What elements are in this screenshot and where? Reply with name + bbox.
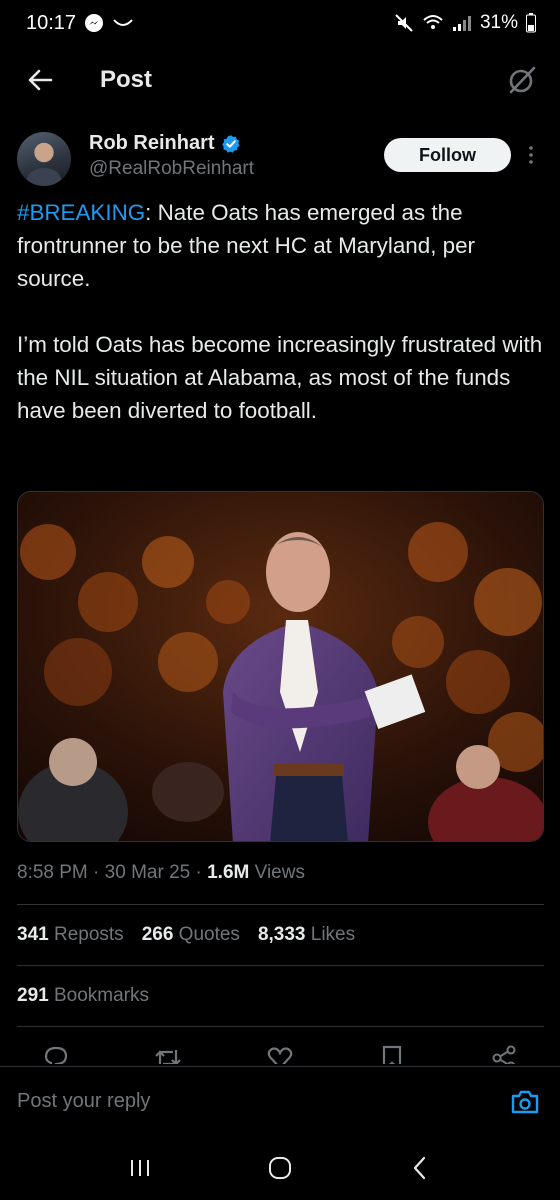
notification-dots-icon: [112, 16, 134, 30]
reply-input[interactable]: Post your reply: [17, 1090, 507, 1113]
post-date: 30 Mar 25: [104, 862, 191, 883]
grok-icon: [509, 66, 536, 94]
follow-button[interactable]: Follow: [384, 138, 511, 172]
camera-button[interactable]: [507, 1084, 543, 1120]
meta-separator: ·: [190, 862, 208, 883]
chevron-left-icon: [413, 1156, 426, 1180]
bookmarks-count: 291: [17, 985, 49, 1006]
views-label: Views: [254, 862, 305, 883]
likes-stat[interactable]: 8,333 Likes: [258, 924, 355, 946]
back-nav-button[interactable]: [395, 1143, 445, 1193]
arrow-left-icon: [28, 69, 53, 91]
reply-icon: [44, 1046, 68, 1064]
views-count: 1.6M: [207, 862, 250, 883]
meta-separator: ·: [87, 862, 105, 883]
bookmark-button[interactable]: [376, 1044, 408, 1064]
divider: [17, 904, 544, 905]
back-button[interactable]: [20, 60, 60, 100]
page-title: Post: [100, 66, 153, 93]
author-handle[interactable]: @RealRobReinhart: [89, 158, 254, 180]
clock: 10:17: [26, 11, 77, 34]
author-display-name-row[interactable]: Rob Reinhart: [89, 132, 254, 155]
system-nav-bar: [0, 1136, 560, 1200]
post-paragraph-1: #BREAKING: Nate Oats has emerged as the …: [17, 196, 547, 295]
bookmarks-stat[interactable]: 291 Bookmarks: [17, 985, 149, 1007]
recent-apps-button[interactable]: [115, 1143, 165, 1193]
mute-icon: [394, 13, 414, 33]
post-actions: [40, 1044, 520, 1064]
post-author: Rob Reinhart @RealRobReinhart Follow: [17, 128, 547, 192]
verified-badge-icon: [221, 134, 241, 154]
quotes-stat[interactable]: 266 Quotes: [142, 924, 240, 946]
reposts-stat[interactable]: 341 Reposts: [17, 924, 124, 946]
avatar[interactable]: [17, 132, 71, 186]
signal-icon: [452, 14, 472, 32]
likes-count: 8,333: [257, 924, 306, 945]
reposts-count: 341: [17, 924, 49, 945]
hashtag-link[interactable]: #BREAKING: [17, 200, 145, 225]
heart-icon: [267, 1047, 293, 1064]
quotes-label: Quotes: [178, 924, 240, 945]
divider: [17, 1026, 544, 1027]
more-vertical-icon: [529, 146, 533, 164]
battery-icon: [526, 13, 536, 33]
recent-apps-icon: [131, 1160, 149, 1176]
battery-level: 31%: [479, 12, 518, 33]
home-icon: [269, 1157, 291, 1179]
author-display-name: Rob Reinhart: [89, 132, 215, 154]
reply-bar: Post your reply: [0, 1066, 560, 1136]
share-icon: [492, 1045, 516, 1064]
post-image[interactable]: [17, 491, 544, 842]
repost-icon: [155, 1050, 181, 1064]
post-time: 8:58 PM: [17, 862, 88, 883]
bookmark-icon: [382, 1045, 402, 1064]
author-names: Rob Reinhart @RealRobReinhart: [89, 132, 254, 180]
more-options-button[interactable]: [523, 140, 539, 170]
messenger-icon: [84, 13, 104, 33]
repost-button[interactable]: [152, 1044, 184, 1064]
share-button[interactable]: [488, 1044, 520, 1064]
status-bar-right: 31%: [394, 12, 536, 34]
camera-icon: [511, 1090, 539, 1113]
wifi-icon: [422, 14, 444, 32]
post-paragraph-2: I’m told Oats has become increasingly fr…: [17, 332, 543, 423]
quotes-count: 266: [141, 924, 174, 945]
post-timestamp: 8:58 PM · 30 Mar 25 · 1.6M Views: [17, 862, 305, 884]
home-button[interactable]: [255, 1143, 305, 1193]
status-bar: 10:17 31%: [0, 0, 560, 46]
bookmarks-label: Bookmarks: [53, 985, 150, 1006]
likes-label: Likes: [310, 924, 356, 945]
grok-button[interactable]: [502, 60, 542, 100]
post-text: #BREAKING: Nate Oats has emerged as the …: [17, 196, 547, 427]
status-bar-left: 10:17: [26, 12, 134, 35]
engagement-stats: 341 Reposts 266 Quotes 8,333 Likes: [17, 924, 355, 946]
divider: [17, 965, 544, 966]
reply-button[interactable]: [40, 1044, 72, 1064]
reposts-label: Reposts: [53, 924, 124, 945]
top-app-bar: Post: [0, 50, 560, 110]
like-button[interactable]: [264, 1044, 296, 1064]
